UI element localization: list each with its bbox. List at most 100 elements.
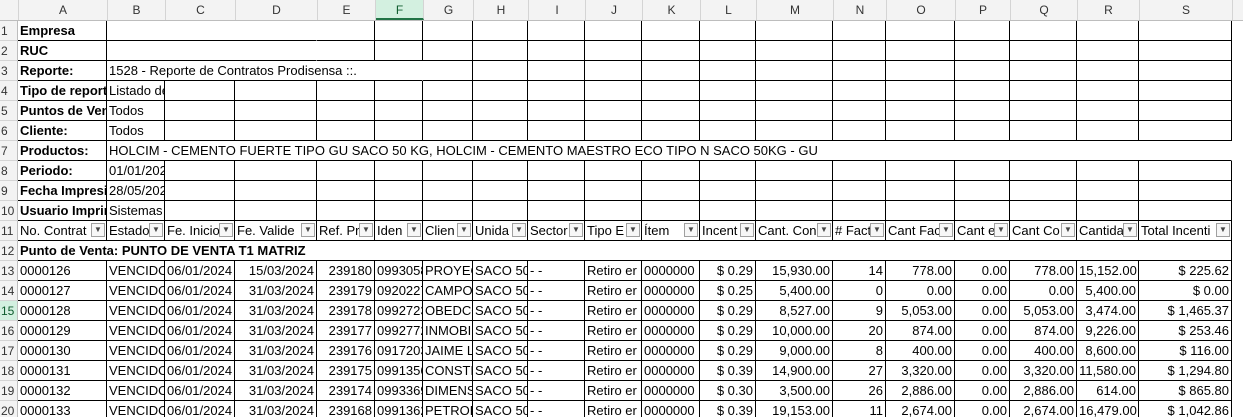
table-cell[interactable]: 0000128 xyxy=(18,301,107,321)
column-header-o[interactable]: O xyxy=(887,0,956,20)
empty-cell[interactable] xyxy=(317,161,375,181)
table-header-cell[interactable]: Tipo E ▼ xyxy=(585,221,642,241)
row-header[interactable]: 8 xyxy=(0,161,18,181)
empty-cell[interactable] xyxy=(1010,61,1077,81)
table-cell[interactable]: 0.00 xyxy=(955,261,1010,281)
table-cell[interactable]: 0000000 xyxy=(642,381,700,401)
table-cell[interactable]: 06/01/2024 xyxy=(165,401,235,417)
filter-dropdown-icon[interactable]: ▼ xyxy=(512,223,526,237)
row-header[interactable]: 1 xyxy=(0,21,18,41)
table-cell[interactable]: 0.00 xyxy=(955,301,1010,321)
table-header-cell[interactable]: Cant. Con ▼ xyxy=(756,221,833,241)
empty-cell[interactable] xyxy=(473,81,528,101)
empty-cell[interactable] xyxy=(1010,21,1077,41)
table-cell[interactable]: 0000132 xyxy=(18,381,107,401)
table-header-cell[interactable]: Incent ▼ xyxy=(700,221,756,241)
empty-cell[interactable] xyxy=(235,81,317,101)
row-header[interactable]: 7 xyxy=(0,141,18,161)
table-cell[interactable]: $ 865.80 xyxy=(1139,381,1232,401)
table-cell[interactable]: 614.00 xyxy=(1077,381,1139,401)
empty-cell[interactable] xyxy=(473,61,528,81)
table-cell[interactable]: 3,320.00 xyxy=(1010,361,1077,381)
filter-dropdown-icon[interactable]: ▼ xyxy=(219,223,233,237)
empty-cell[interactable] xyxy=(955,101,1010,121)
empty-cell[interactable] xyxy=(235,181,317,201)
empty-cell[interactable] xyxy=(585,21,642,41)
empty-cell[interactable] xyxy=(955,81,1010,101)
empty-cell[interactable] xyxy=(700,121,756,141)
row-header[interactable]: 15 xyxy=(0,301,18,321)
table-cell[interactable]: $ 0.29 xyxy=(700,321,756,341)
empty-cell[interactable] xyxy=(756,121,833,141)
row-header[interactable]: 16 xyxy=(0,321,18,341)
empty-cell[interactable] xyxy=(1010,201,1077,221)
info-value[interactable]: 28/05/2025 20:04 xyxy=(107,181,165,201)
table-cell[interactable]: 0917203 xyxy=(375,341,423,361)
empty-cell[interactable] xyxy=(528,21,585,41)
empty-cell[interactable] xyxy=(473,161,528,181)
table-header-cell[interactable]: Cantida ▼ xyxy=(1077,221,1139,241)
table-cell[interactable]: 5,400.00 xyxy=(756,281,833,301)
table-cell[interactable]: 2,674.00 xyxy=(886,401,955,417)
empty-cell[interactable] xyxy=(886,41,955,61)
empty-cell[interactable] xyxy=(528,81,585,101)
table-cell[interactable]: 06/01/2024 xyxy=(165,281,235,301)
table-cell[interactable]: 0000127 xyxy=(18,281,107,301)
table-cell[interactable]: 11 xyxy=(833,401,886,417)
table-cell[interactable]: 239178 xyxy=(317,301,375,321)
table-cell[interactable]: Retiro er xyxy=(585,401,642,417)
empty-cell[interactable] xyxy=(235,121,317,141)
filter-dropdown-icon[interactable]: ▼ xyxy=(817,223,831,237)
empty-cell[interactable] xyxy=(700,81,756,101)
empty-cell[interactable] xyxy=(955,41,1010,61)
empty-cell[interactable] xyxy=(833,121,886,141)
column-header-l[interactable]: L xyxy=(701,0,757,20)
table-cell[interactable]: CONSTR xyxy=(423,361,473,381)
info-label[interactable]: Cliente: xyxy=(18,121,107,141)
table-cell[interactable]: 31/03/2024 xyxy=(235,401,317,417)
table-cell[interactable]: 0920227 xyxy=(375,281,423,301)
empty-cell[interactable] xyxy=(833,101,886,121)
row-header[interactable]: 10 xyxy=(0,201,18,221)
empty-cell[interactable] xyxy=(1139,61,1232,81)
table-cell[interactable]: 19,153.00 xyxy=(756,401,833,417)
empty-cell[interactable] xyxy=(700,41,756,61)
table-cell[interactable]: SACO 50 xyxy=(473,261,528,281)
table-cell[interactable]: $ 1,294.80 xyxy=(1139,361,1232,381)
filter-dropdown-icon[interactable]: ▼ xyxy=(91,223,105,237)
filter-dropdown-icon[interactable]: ▼ xyxy=(407,223,421,237)
info-value[interactable]: HOLCIM - CEMENTO FUERTE TIPO GU SACO 50 … xyxy=(107,141,1232,161)
empty-cell[interactable] xyxy=(1010,161,1077,181)
table-cell[interactable]: 0991362 xyxy=(375,401,423,417)
group-label[interactable]: Punto de Venta: PUNTO DE VENTA T1 MATRIZ xyxy=(18,241,1232,261)
info-label[interactable]: Productos: xyxy=(18,141,107,161)
empty-cell[interactable] xyxy=(423,201,473,221)
empty-cell[interactable] xyxy=(317,41,375,61)
table-cell[interactable]: - - xyxy=(528,301,585,321)
table-cell[interactable]: PROYEC xyxy=(423,261,473,281)
table-cell[interactable]: 06/01/2024 xyxy=(165,341,235,361)
table-cell[interactable]: - - xyxy=(528,281,585,301)
filter-dropdown-icon[interactable]: ▼ xyxy=(1061,223,1075,237)
empty-cell[interactable] xyxy=(235,101,317,121)
empty-cell[interactable] xyxy=(833,21,886,41)
table-cell[interactable]: 8 xyxy=(833,341,886,361)
table-cell[interactable]: 2,886.00 xyxy=(1010,381,1077,401)
info-value[interactable]: 01/01/2024-28/05/2025 xyxy=(107,161,165,181)
empty-cell[interactable] xyxy=(235,161,317,181)
table-cell[interactable]: 0.00 xyxy=(955,321,1010,341)
column-header-g[interactable]: G xyxy=(424,0,474,20)
table-cell[interactable]: INMOBI xyxy=(423,321,473,341)
info-value[interactable]: 1528 - Reporte de Contratos Prodisensa :… xyxy=(107,61,423,81)
filter-dropdown-icon[interactable]: ▼ xyxy=(740,223,754,237)
empty-cell[interactable] xyxy=(423,161,473,181)
column-header-h[interactable]: H xyxy=(474,0,529,20)
table-cell[interactable]: 5,400.00 xyxy=(1077,281,1139,301)
table-cell[interactable]: 0000000 xyxy=(642,321,700,341)
empty-cell[interactable] xyxy=(375,41,423,61)
filter-dropdown-icon[interactable]: ▼ xyxy=(457,223,471,237)
table-cell[interactable]: 0992772 xyxy=(375,321,423,341)
table-cell[interactable]: - - xyxy=(528,321,585,341)
row-header[interactable]: 20 xyxy=(0,401,18,417)
table-cell[interactable]: SACO 50 xyxy=(473,401,528,417)
